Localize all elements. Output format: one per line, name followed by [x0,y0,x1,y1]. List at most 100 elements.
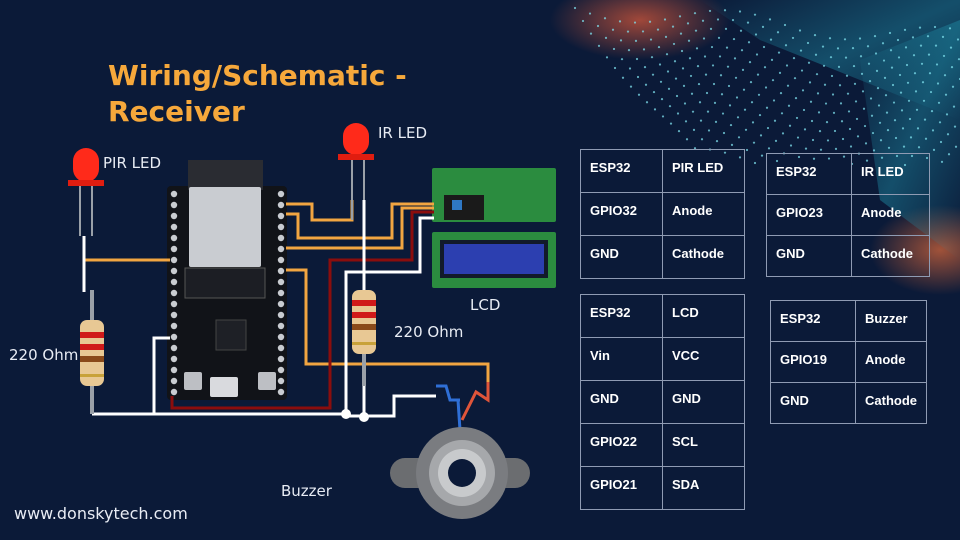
table-cell: Vin [580,337,663,381]
header-pin [170,223,178,231]
header-pin [170,256,178,264]
header-pin [170,234,178,242]
table-cell: GND [580,380,663,424]
pir-led [68,148,104,236]
table-cell: GPIO32 [580,192,663,236]
table-cell: SDA [662,466,745,510]
table-cell: PIR LED [662,149,745,193]
resistor-ir [352,290,376,386]
table-cell: Buzzer [855,300,927,342]
header-pin [277,322,285,330]
header-pin [277,311,285,319]
buzzer-label: Buzzer [281,482,332,500]
table-row: Vin VCC [580,337,745,381]
table-row: GPIO23 Anode [766,194,930,236]
header-pin [170,190,178,198]
table-cell: Anode [851,194,930,236]
usb-port [210,377,238,397]
wire-gnd-buzzer [346,394,436,418]
buzzer-lead-positive [460,382,490,421]
table-pir-led: ESP32 PIR LED GPIO32 Anode GND Cathode [580,149,745,279]
buzzer [390,382,530,519]
header-pin [277,355,285,363]
table-cell: GND [662,380,745,424]
header-pin [170,201,178,209]
table-cell: SCL [662,423,745,467]
header-pin [170,278,178,286]
table-cell: Cathode [851,235,930,277]
website-url: www.donskytech.com [14,504,188,523]
table-cell: Anode [662,192,745,236]
header-pin [277,388,285,396]
table-header-row: ESP32 Buzzer [770,300,927,342]
table-cell: Anode [855,341,927,383]
table-row: GND Cathode [766,235,930,277]
header-pin [277,190,285,198]
lcd-screen [444,244,544,274]
buzzer-hole [448,459,476,487]
ir-led-label: IR LED [378,124,427,142]
header-pin [170,311,178,319]
table-row: GPIO21 SDA [580,466,745,510]
header-pin [277,223,285,231]
ir-led-dome [343,123,369,155]
header-pin [170,322,178,330]
table-cell: Cathode [855,382,927,424]
table-row: GPIO19 Anode [770,341,927,383]
table-cell: GND [770,382,856,424]
header-pin [277,212,285,220]
header-pin [277,234,285,242]
table-row: GND GND [580,380,745,424]
header-pin [277,289,285,297]
en-button [184,372,202,390]
resistor-pir [80,290,104,414]
header-pin [277,256,285,264]
table-cell: IR LED [851,153,930,195]
header-pin [170,212,178,220]
table-cell: ESP32 [766,153,852,195]
table-cell: ESP32 [770,300,856,342]
header-pin [277,267,285,275]
buzzer-lead-negative [436,384,460,402]
table-cell: Cathode [662,235,745,279]
header-pin [170,245,178,253]
table-cell: ESP32 [580,294,663,338]
resistor-left-label: 220 Ohm [9,346,79,364]
table-cell: VCC [662,337,745,381]
header-pin [277,377,285,385]
header-pin [170,355,178,363]
ir-led [338,123,374,220]
junction-dot [359,412,369,422]
header-pin [170,366,178,374]
pir-led-label: PIR LED [103,154,162,172]
ir-led-rim [338,154,374,160]
table-row: GPIO22 SCL [580,423,745,467]
esp32-antenna [188,160,263,190]
table-header-row: ESP32 LCD [580,294,745,338]
esp32-usb-chip [215,319,247,351]
table-row: GND Cathode [770,382,927,424]
header-pin [277,333,285,341]
pir-led-dome [73,148,99,182]
lcd-module [432,168,556,288]
header-pin [170,267,178,275]
table-cell: GPIO19 [770,341,856,383]
table-lcd: ESP32 LCD Vin VCC GND GND GPIO22 SCL GPI… [580,294,745,510]
esp32-module-base [184,267,266,299]
header-pin [277,300,285,308]
lcd-label: LCD [470,296,501,314]
header-pin [277,366,285,374]
header-pin [277,278,285,286]
header-pin [277,201,285,209]
header-pin [170,344,178,352]
esp32-board [167,160,287,400]
table-cell: GPIO21 [580,466,663,510]
esp32-module-shield [189,187,261,267]
contrast-pot [452,200,462,210]
wire-ir-anode [286,200,354,222]
table-cell: LCD [662,294,745,338]
pir-led-rim [68,180,104,186]
table-row: GND Cathode [580,235,745,279]
header-pin [170,289,178,297]
table-cell: GPIO23 [766,194,852,236]
